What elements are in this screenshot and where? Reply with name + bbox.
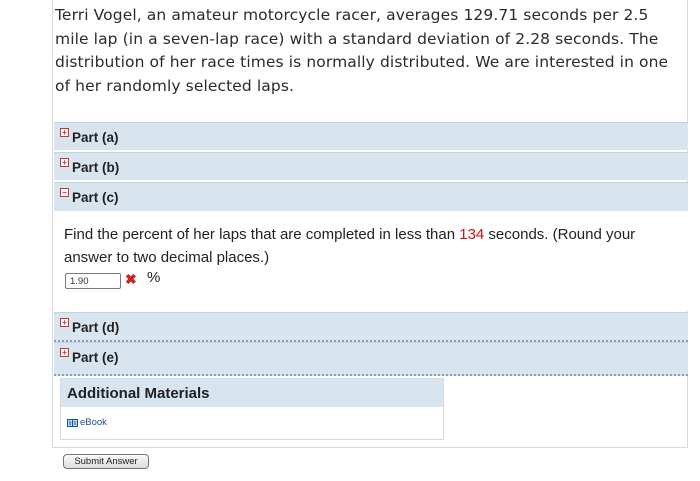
ebook-link[interactable]: eBook <box>67 417 107 428</box>
book-icon <box>67 418 78 427</box>
question-text: Terri Vogel, an amateur motorcycle racer… <box>55 6 669 95</box>
additional-materials-box: Additional Materials eBook <box>60 378 444 440</box>
plus-box-icon[interactable]: + <box>60 128 69 137</box>
additional-materials-header: Additional Materials <box>61 379 443 407</box>
part-c-body: Find the percent of her laps that are co… <box>54 211 688 311</box>
plus-box-icon[interactable]: + <box>60 348 69 357</box>
part-e-header[interactable]: + Part (e) <box>54 342 688 376</box>
part-c-prompt: Find the percent of her laps that are co… <box>64 223 674 269</box>
part-d-label: Part (d) <box>72 320 120 335</box>
answer-input[interactable] <box>65 273 121 289</box>
part-a-header[interactable]: + Part (a) <box>54 122 688 150</box>
minus-box-icon[interactable]: − <box>60 188 69 197</box>
plus-box-icon[interactable]: + <box>60 318 69 327</box>
part-c-label: Part (c) <box>72 190 119 205</box>
part-b-label: Part (b) <box>72 160 120 175</box>
unit-label: % <box>147 269 161 286</box>
part-e-label: Part (e) <box>72 350 119 365</box>
part-d-header[interactable]: + Part (d) <box>54 312 688 342</box>
prompt-highlight-value: 134 <box>459 226 485 243</box>
ebook-label: eBook <box>80 417 107 428</box>
part-c-header[interactable]: − Part (c) <box>54 182 688 212</box>
submit-answer-button[interactable]: Submit Answer <box>63 454 149 469</box>
x-icon: ✖ <box>125 271 137 287</box>
part-b-header[interactable]: + Part (b) <box>54 152 688 180</box>
prompt-text-before: Find the percent of her laps that are co… <box>64 226 460 243</box>
part-a-label: Part (a) <box>72 130 119 145</box>
additional-materials-title: Additional Materials <box>67 385 210 402</box>
plus-box-icon[interactable]: + <box>60 158 69 167</box>
